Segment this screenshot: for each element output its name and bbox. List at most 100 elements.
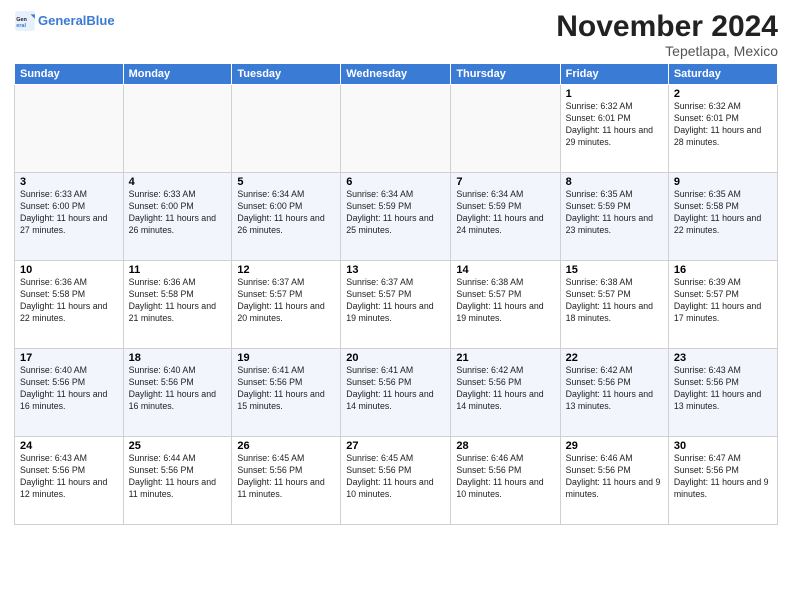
- svg-text:Gen: Gen: [16, 17, 27, 23]
- day-header-saturday: Saturday: [668, 64, 777, 85]
- day-info: Sunrise: 6:38 AMSunset: 5:57 PMDaylight:…: [456, 277, 554, 325]
- day-number: 23: [674, 352, 772, 364]
- day-number: 2: [674, 88, 772, 100]
- day-number: 17: [20, 352, 118, 364]
- day-info: Sunrise: 6:41 AMSunset: 5:56 PMDaylight:…: [346, 365, 445, 413]
- day-number: 15: [566, 264, 663, 276]
- day-number: 13: [346, 264, 445, 276]
- title-block: November 2024 Tepetlapa, Mexico: [556, 10, 778, 59]
- day-number: 16: [674, 264, 772, 276]
- day-number: 29: [566, 440, 663, 452]
- svg-text:eral: eral: [16, 23, 26, 29]
- day-cell: [15, 85, 124, 173]
- logo-text: GeneralBlue: [38, 14, 115, 28]
- day-cell: 6Sunrise: 6:34 AMSunset: 5:59 PMDaylight…: [341, 173, 451, 261]
- day-cell: 20Sunrise: 6:41 AMSunset: 5:56 PMDayligh…: [341, 349, 451, 437]
- day-cell: 22Sunrise: 6:42 AMSunset: 5:56 PMDayligh…: [560, 349, 668, 437]
- day-number: 18: [129, 352, 227, 364]
- day-cell: [232, 85, 341, 173]
- day-cell: 26Sunrise: 6:45 AMSunset: 5:56 PMDayligh…: [232, 437, 341, 525]
- day-number: 26: [237, 440, 335, 452]
- day-info: Sunrise: 6:45 AMSunset: 5:56 PMDaylight:…: [237, 453, 335, 501]
- day-info: Sunrise: 6:32 AMSunset: 6:01 PMDaylight:…: [674, 101, 772, 149]
- day-cell: 4Sunrise: 6:33 AMSunset: 6:00 PMDaylight…: [123, 173, 232, 261]
- day-cell: [123, 85, 232, 173]
- day-cell: 12Sunrise: 6:37 AMSunset: 5:57 PMDayligh…: [232, 261, 341, 349]
- day-info: Sunrise: 6:40 AMSunset: 5:56 PMDaylight:…: [129, 365, 227, 413]
- day-info: Sunrise: 6:33 AMSunset: 6:00 PMDaylight:…: [129, 189, 227, 237]
- day-number: 1: [566, 88, 663, 100]
- day-cell: 30Sunrise: 6:47 AMSunset: 5:56 PMDayligh…: [668, 437, 777, 525]
- day-info: Sunrise: 6:45 AMSunset: 5:56 PMDaylight:…: [346, 453, 445, 501]
- logo: Gen eral GeneralBlue: [14, 10, 115, 32]
- day-number: 21: [456, 352, 554, 364]
- day-info: Sunrise: 6:43 AMSunset: 5:56 PMDaylight:…: [20, 453, 118, 501]
- day-info: Sunrise: 6:46 AMSunset: 5:56 PMDaylight:…: [456, 453, 554, 501]
- day-number: 30: [674, 440, 772, 452]
- day-number: 4: [129, 176, 227, 188]
- day-cell: 13Sunrise: 6:37 AMSunset: 5:57 PMDayligh…: [341, 261, 451, 349]
- day-number: 5: [237, 176, 335, 188]
- day-cell: 16Sunrise: 6:39 AMSunset: 5:57 PMDayligh…: [668, 261, 777, 349]
- day-cell: 8Sunrise: 6:35 AMSunset: 5:59 PMDaylight…: [560, 173, 668, 261]
- day-info: Sunrise: 6:37 AMSunset: 5:57 PMDaylight:…: [346, 277, 445, 325]
- day-info: Sunrise: 6:37 AMSunset: 5:57 PMDaylight:…: [237, 277, 335, 325]
- day-cell: 11Sunrise: 6:36 AMSunset: 5:58 PMDayligh…: [123, 261, 232, 349]
- day-header-friday: Friday: [560, 64, 668, 85]
- day-number: 27: [346, 440, 445, 452]
- day-number: 25: [129, 440, 227, 452]
- month-title: November 2024: [556, 10, 778, 43]
- day-info: Sunrise: 6:47 AMSunset: 5:56 PMDaylight:…: [674, 453, 772, 501]
- day-info: Sunrise: 6:42 AMSunset: 5:56 PMDaylight:…: [456, 365, 554, 413]
- day-info: Sunrise: 6:41 AMSunset: 5:56 PMDaylight:…: [237, 365, 335, 413]
- logo-line1: General: [38, 13, 86, 28]
- day-info: Sunrise: 6:35 AMSunset: 5:58 PMDaylight:…: [674, 189, 772, 237]
- day-number: 20: [346, 352, 445, 364]
- day-info: Sunrise: 6:36 AMSunset: 5:58 PMDaylight:…: [20, 277, 118, 325]
- day-cell: 29Sunrise: 6:46 AMSunset: 5:56 PMDayligh…: [560, 437, 668, 525]
- logo-line2: Blue: [86, 13, 114, 28]
- day-number: 10: [20, 264, 118, 276]
- day-header-wednesday: Wednesday: [341, 64, 451, 85]
- day-cell: 28Sunrise: 6:46 AMSunset: 5:56 PMDayligh…: [451, 437, 560, 525]
- day-cell: 5Sunrise: 6:34 AMSunset: 6:00 PMDaylight…: [232, 173, 341, 261]
- logo-icon: Gen eral: [14, 10, 36, 32]
- day-number: 6: [346, 176, 445, 188]
- day-header-monday: Monday: [123, 64, 232, 85]
- day-cell: 3Sunrise: 6:33 AMSunset: 6:00 PMDaylight…: [15, 173, 124, 261]
- week-row-3: 10Sunrise: 6:36 AMSunset: 5:58 PMDayligh…: [15, 261, 778, 349]
- day-info: Sunrise: 6:35 AMSunset: 5:59 PMDaylight:…: [566, 189, 663, 237]
- day-cell: [451, 85, 560, 173]
- day-cell: 23Sunrise: 6:43 AMSunset: 5:56 PMDayligh…: [668, 349, 777, 437]
- day-info: Sunrise: 6:40 AMSunset: 5:56 PMDaylight:…: [20, 365, 118, 413]
- day-cell: 21Sunrise: 6:42 AMSunset: 5:56 PMDayligh…: [451, 349, 560, 437]
- day-info: Sunrise: 6:32 AMSunset: 6:01 PMDaylight:…: [566, 101, 663, 149]
- calendar: SundayMondayTuesdayWednesdayThursdayFrid…: [14, 63, 778, 525]
- day-info: Sunrise: 6:42 AMSunset: 5:56 PMDaylight:…: [566, 365, 663, 413]
- page-container: Gen eral GeneralBlue November 2024 Tepet…: [0, 0, 792, 533]
- day-info: Sunrise: 6:34 AMSunset: 5:59 PMDaylight:…: [456, 189, 554, 237]
- day-info: Sunrise: 6:44 AMSunset: 5:56 PMDaylight:…: [129, 453, 227, 501]
- day-number: 22: [566, 352, 663, 364]
- day-header-thursday: Thursday: [451, 64, 560, 85]
- day-cell: 7Sunrise: 6:34 AMSunset: 5:59 PMDaylight…: [451, 173, 560, 261]
- week-row-2: 3 Sunrise: 6:33 AMSunset: 6:00 PMDaylight…: [15, 173, 778, 261]
- day-cell: 17Sunrise: 6:40 AMSunset: 5:56 PMDayligh…: [15, 349, 124, 437]
- day-number: 9: [674, 176, 772, 188]
- day-cell: 27Sunrise: 6:45 AMSunset: 5:56 PMDayligh…: [341, 437, 451, 525]
- day-info: Sunrise: 6:36 AMSunset: 5:58 PMDaylight:…: [129, 277, 227, 325]
- day-number: 11: [129, 264, 227, 276]
- day-info: Sunrise: 6:38 AMSunset: 5:57 PMDaylight:…: [566, 277, 663, 325]
- day-number: 8: [566, 176, 663, 188]
- day-info: Sunrise: 6:46 AMSunset: 5:56 PMDaylight:…: [566, 453, 663, 501]
- header: Gen eral GeneralBlue November 2024 Tepet…: [14, 10, 778, 59]
- day-header-sunday: Sunday: [15, 64, 124, 85]
- day-cell: 24Sunrise: 6:43 AMSunset: 5:56 PMDayligh…: [15, 437, 124, 525]
- day-number: 14: [456, 264, 554, 276]
- day-cell: 15Sunrise: 6:38 AMSunset: 5:57 PMDayligh…: [560, 261, 668, 349]
- day-info: Sunrise: 6:34 AMSunset: 5:59 PMDaylight:…: [346, 189, 445, 237]
- day-number: 24: [20, 440, 118, 452]
- day-number: 19: [237, 352, 335, 364]
- day-number: 3: [20, 176, 118, 188]
- day-cell: 1Sunrise: 6:32 AMSunset: 6:01 PMDaylight…: [560, 85, 668, 173]
